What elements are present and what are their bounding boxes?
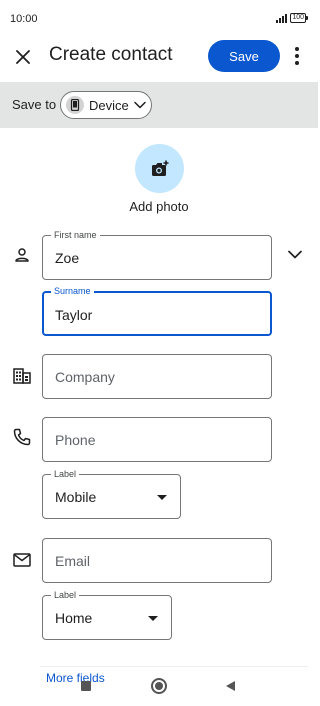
- signal-icon: [276, 13, 288, 23]
- save-to-label: Save to: [12, 97, 57, 112]
- battery-icon: 100: [290, 13, 308, 23]
- add-photo-button[interactable]: [135, 144, 184, 193]
- dropdown-arrow-icon: [157, 495, 167, 500]
- save-button[interactable]: Save: [208, 40, 280, 72]
- status-time: 10:00: [10, 13, 38, 25]
- chevron-down-icon: [288, 250, 302, 258]
- first-name-label: First name: [51, 230, 100, 241]
- recents-nav-button[interactable]: [81, 681, 91, 691]
- company-field[interactable]: Company: [42, 354, 272, 399]
- chevron-down-icon: [134, 101, 146, 109]
- more-vert-icon: [295, 47, 299, 51]
- expand-name-button[interactable]: [283, 244, 307, 264]
- home-icon: [155, 682, 163, 690]
- business-icon: [12, 366, 32, 386]
- email-label-caption: Label: [51, 590, 80, 601]
- first-name-field[interactable]: First name Zoe: [42, 230, 272, 280]
- page-title: Create contact: [49, 44, 173, 65]
- email-icon: [12, 550, 32, 570]
- add-photo-label: Add photo: [129, 199, 189, 214]
- phone-placeholder: Phone: [55, 432, 96, 448]
- phone-device-icon: [66, 96, 84, 114]
- divider: [40, 666, 308, 667]
- phone-icon: [12, 427, 32, 447]
- surname-field[interactable]: Surname Taylor: [42, 286, 272, 336]
- add-photo-icon: [151, 160, 168, 176]
- home-nav-button[interactable]: [151, 678, 167, 694]
- company-placeholder: Company: [55, 369, 115, 385]
- account-label: Device: [89, 97, 129, 113]
- close-icon: [16, 50, 30, 64]
- more-fields-link[interactable]: More fields: [46, 671, 105, 685]
- phone-field[interactable]: Phone: [42, 417, 272, 462]
- dropdown-arrow-icon: [148, 616, 158, 621]
- email-label-select[interactable]: Label Home: [42, 590, 172, 640]
- app-bar: Create contact Save: [0, 36, 318, 80]
- surname-label: Surname: [51, 286, 94, 297]
- phone-label-caption: Label: [51, 469, 80, 480]
- surname-value: Taylor: [55, 307, 93, 323]
- phone-label-select[interactable]: Label Mobile: [42, 469, 181, 519]
- status-icons: 100: [276, 13, 308, 23]
- email-placeholder: Email: [55, 553, 91, 569]
- person-icon: [12, 245, 32, 265]
- email-field[interactable]: Email: [42, 538, 272, 583]
- save-to-bar: Save to Device: [0, 82, 318, 128]
- phone-label-value: Mobile: [55, 489, 97, 505]
- close-button[interactable]: [10, 44, 36, 70]
- back-nav-button[interactable]: [226, 681, 235, 691]
- first-name-value: Zoe: [55, 250, 80, 266]
- more-options-button[interactable]: [287, 42, 307, 70]
- email-label-value: Home: [55, 610, 93, 626]
- status-bar: 10:00 100: [0, 0, 318, 36]
- account-selector[interactable]: Device: [60, 91, 152, 119]
